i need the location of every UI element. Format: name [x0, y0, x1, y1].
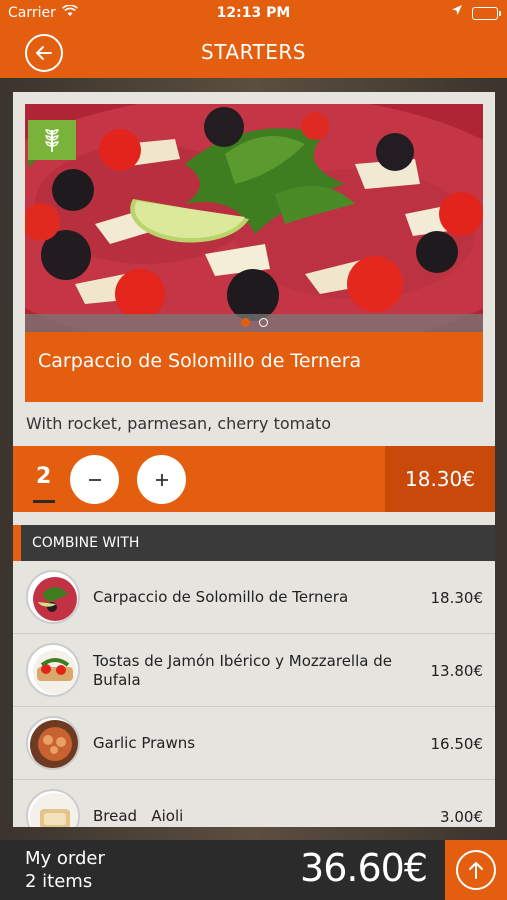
product-name: Carpaccio de Solomillo de Ternera: [25, 332, 483, 402]
list-item[interactable]: Garlic Prawns 16.50€: [13, 707, 495, 780]
item-name: Garlic Prawns: [93, 734, 196, 752]
product-price: 18.30€: [385, 446, 495, 512]
nav-bar: STARTERS: [0, 28, 507, 78]
list-item[interactable]: Tostas de Jamón Ibérico y Mozzarella de …: [13, 634, 495, 707]
quantity-bar: 2 18.30€: [13, 446, 495, 512]
status-time: 12:13 PM: [216, 5, 291, 21]
order-item-count: 2 items: [25, 871, 93, 892]
product-image[interactable]: [25, 104, 483, 332]
combine-with-header: COMBINE WITH: [13, 525, 495, 561]
page-title: STARTERS: [201, 40, 306, 64]
status-bar: Carrier 12:13 PM: [0, 0, 507, 28]
plus-icon: [155, 473, 168, 486]
item-price: 3.00€: [440, 807, 483, 826]
item-price: 16.50€: [430, 734, 484, 753]
expand-order-button[interactable]: [445, 840, 507, 900]
item-name: Bread Aioli: [93, 807, 184, 825]
order-total: 36.60€: [300, 846, 428, 890]
location-arrow-icon: [451, 4, 463, 20]
quantity-value: 2: [36, 464, 52, 489]
pager-dot-active[interactable]: [241, 318, 250, 327]
list-item[interactable]: Carpaccio de Solomillo de Ternera 18.30€: [13, 561, 495, 634]
pager-dot[interactable]: [259, 318, 268, 327]
product-description: With rocket, parmesan, cherry tomato: [26, 414, 332, 433]
combine-list: Carpaccio de Solomillo de Ternera 18.30€…: [13, 561, 495, 827]
item-thumbnail: [26, 789, 80, 827]
increase-quantity-button[interactable]: [137, 455, 186, 504]
item-price: 18.30€: [430, 588, 484, 607]
item-name: Carpaccio de Solomillo de Ternera: [93, 588, 349, 606]
item-thumbnail: [26, 643, 80, 697]
my-order-label: My order: [25, 848, 105, 869]
wheat-badge: [28, 120, 76, 168]
arrow-up-icon: [469, 862, 483, 879]
quantity-underline: [33, 500, 55, 503]
minus-icon: [88, 478, 101, 481]
item-thumbnail: [26, 716, 80, 770]
carpaccio-plate-image: [25, 104, 483, 332]
item-thumbnail: [26, 570, 80, 624]
wheat-icon: [45, 129, 59, 152]
product-card: Carpaccio de Solomillo de Ternera With r…: [13, 92, 495, 827]
decrease-quantity-button[interactable]: [70, 455, 119, 504]
item-name: Tostas de Jamón Ibérico y Mozzarella de …: [93, 651, 392, 689]
item-price: 13.80€: [430, 661, 484, 680]
order-footer[interactable]: My order 2 items 36.60€: [0, 840, 507, 900]
image-pager[interactable]: [25, 314, 483, 332]
list-item[interactable]: Bread Aioli 3.00€: [13, 780, 495, 827]
battery-icon: [472, 7, 501, 20]
